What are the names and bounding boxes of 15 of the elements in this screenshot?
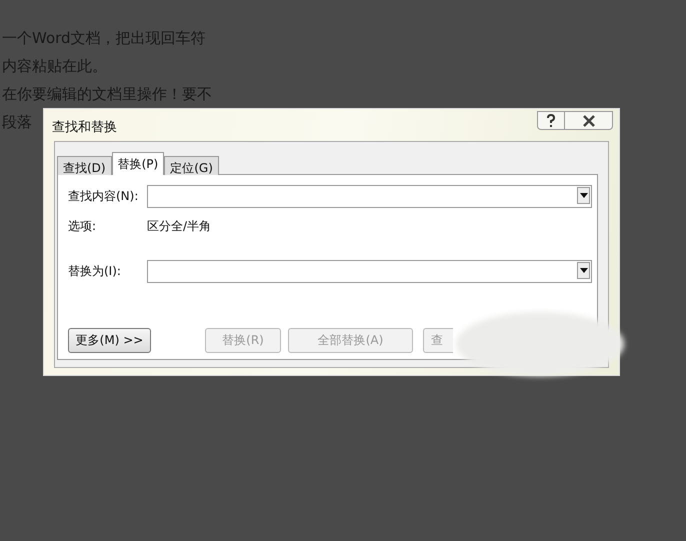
tab[interactable]: 查找(D) [57,156,112,175]
tab[interactable]: 替换(P) [112,152,164,175]
close-icon [582,114,596,126]
field-label: 替换为(I): [68,263,122,280]
help-button[interactable] [537,111,565,130]
field-label: 查找内容(N): [68,188,140,205]
find-combo-field[interactable] [147,185,592,208]
options-value: 区分全/半角 [147,218,212,235]
dialog-button[interactable]: 更多(M) >> [68,328,151,353]
window-title: 查找和替换 [51,119,117,136]
options-label: 选项: [68,218,98,235]
help-icon [545,114,557,128]
close-button[interactable] [565,111,613,130]
replace-combo-field[interactable] [147,260,592,283]
tab[interactable]: 定位(G) [164,156,219,175]
